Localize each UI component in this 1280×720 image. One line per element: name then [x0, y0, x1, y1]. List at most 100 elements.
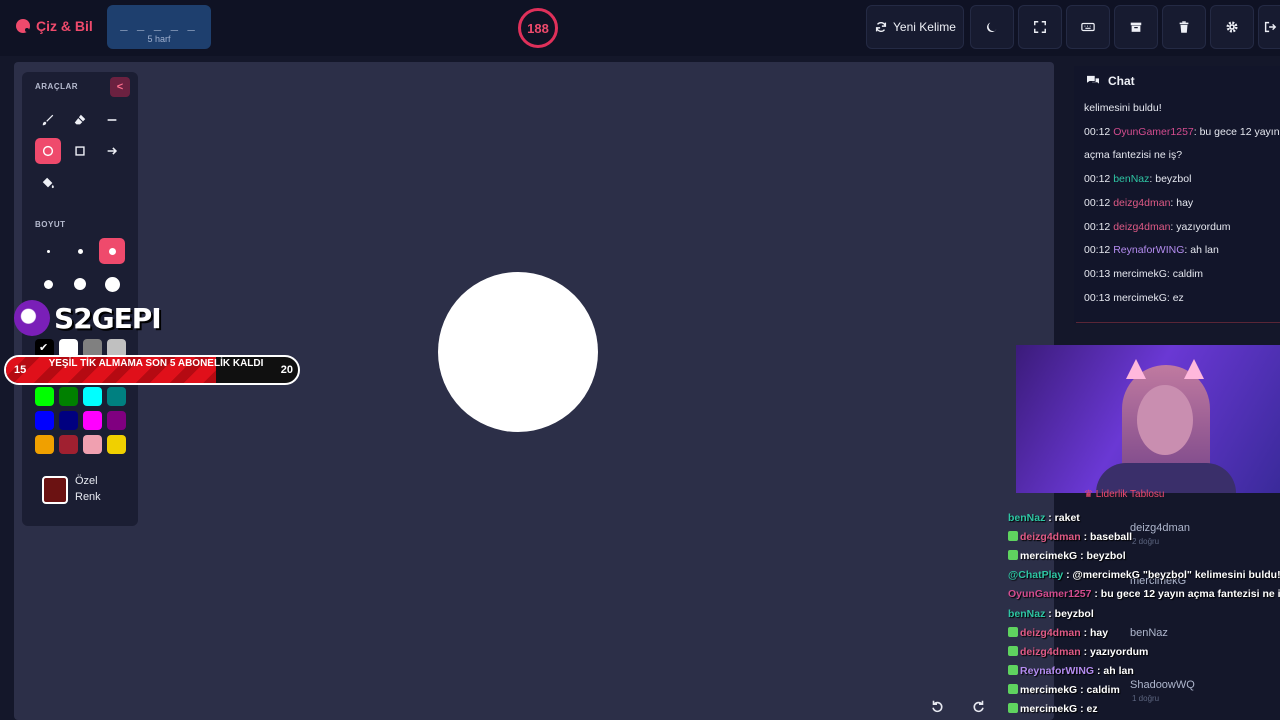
- fullscreen-button[interactable]: [1018, 5, 1062, 49]
- color-swatch[interactable]: [107, 387, 126, 406]
- color-swatch[interactable]: [107, 435, 126, 454]
- size-option-1[interactable]: [35, 238, 61, 264]
- overlay-chat-username: benNaz: [1008, 512, 1046, 524]
- brand-text: S2GEPI: [54, 301, 162, 335]
- chat-username: mercimekG: [1113, 267, 1167, 280]
- custom-color-swatch[interactable]: [42, 476, 68, 504]
- overlay-chat-text: : raket: [1045, 512, 1080, 524]
- overlay-chat-line: @ChatPlay : @mercimekG "beyzbol" kelimes…: [1008, 567, 1280, 583]
- trash-icon: [1179, 21, 1189, 33]
- chat-text: : ez: [1166, 291, 1184, 304]
- size-dot: [108, 247, 116, 255]
- sub-badge-icon: [1008, 531, 1018, 542]
- color-swatch[interactable]: [83, 411, 102, 430]
- chat-text: kelimesini buldu!: [1084, 102, 1162, 114]
- clear-canvas-button[interactable]: [1162, 5, 1206, 49]
- color-swatch[interactable]: [59, 411, 78, 430]
- cat-ear-right: [1184, 359, 1204, 379]
- color-swatch[interactable]: [35, 411, 54, 430]
- overlay-chat-text: : @mercimekG "beyzbol" kelimesini buldu!: [1063, 569, 1280, 582]
- overlay-chat-username: mercimekG: [1020, 703, 1078, 715]
- moon-icon: [987, 22, 997, 32]
- color-swatch[interactable]: [83, 387, 102, 406]
- crown-icon: ♛: [1084, 489, 1093, 500]
- new-word-button[interactable]: Yeni Kelime: [866, 5, 964, 49]
- paint-bucket-icon: [42, 177, 54, 189]
- overlay-chat-line: mercimekG : ez: [1008, 701, 1098, 717]
- brush-icon: [42, 114, 54, 126]
- chat-text: : bu gece 12 yayın: [1193, 125, 1280, 138]
- chat-username: ReynaforWING: [1113, 244, 1185, 257]
- color-swatch[interactable]: [59, 387, 78, 406]
- overlay-chat-username: mercimekG: [1020, 550, 1078, 563]
- chat-username: benNaz: [1113, 173, 1150, 186]
- size-option-5[interactable]: [67, 271, 93, 297]
- app-logo[interactable]: Çiz & Bil: [16, 18, 93, 34]
- line-tool[interactable]: [99, 107, 125, 133]
- collapse-tools-button[interactable]: <: [110, 77, 130, 97]
- chat-time: 00:13: [1084, 267, 1114, 280]
- sub-badge-icon: [1008, 645, 1018, 656]
- overlay-chat-text: : caldim: [1077, 683, 1120, 696]
- chat-text: : caldim: [1166, 267, 1204, 280]
- overlay-chat-line: benNaz : beyzbol: [1008, 606, 1094, 622]
- size-option-6[interactable]: [99, 271, 125, 297]
- overlay-chat-line: deizg4dman : yazıyordum: [1008, 644, 1148, 660]
- circle-icon: [42, 145, 54, 157]
- chat-time: 00:12: [1084, 196, 1114, 209]
- sub-badge-icon: [1008, 703, 1018, 713]
- line-icon: [107, 119, 117, 121]
- webcam-feed: [1016, 345, 1280, 493]
- color-swatch[interactable]: [35, 435, 54, 454]
- size-dot: [43, 279, 53, 289]
- arrow-tool[interactable]: [99, 138, 125, 164]
- color-swatch[interactable]: [107, 411, 126, 430]
- eraser-tool[interactable]: [67, 107, 93, 133]
- leaderboard-name: deizg4dman: [1130, 522, 1190, 534]
- color-swatch[interactable]: [83, 435, 102, 454]
- overlay-chat-username: deizg4dman: [1020, 531, 1081, 544]
- overlay-chat-line: deizg4dman : baseball: [1008, 529, 1132, 545]
- goal-start: 15: [14, 364, 27, 376]
- circle-tool[interactable]: [35, 138, 61, 164]
- expand-icon: [1034, 21, 1046, 33]
- chat-message: 00:13 mercimekG: caldim: [1084, 266, 1280, 282]
- overlay-chat-line: OyunGamer1257 : bu gece 12 yayın açma fa…: [1008, 586, 1280, 602]
- app-title: Çiz & Bil: [36, 18, 93, 34]
- brush-tool[interactable]: [35, 107, 61, 133]
- redo-button[interactable]: [968, 695, 990, 717]
- overlay-chat-username: deizg4dman: [1020, 645, 1081, 658]
- archive-button[interactable]: [1114, 5, 1158, 49]
- chat-message: 00:13 mercimekG: ez: [1084, 290, 1280, 306]
- chat-message: 00:12 deizg4dman: yazıyordum: [1084, 219, 1280, 235]
- arrow-right-icon: [107, 147, 118, 155]
- color-swatch[interactable]: [35, 387, 54, 406]
- chat-text: : hay: [1170, 196, 1194, 209]
- chat-message: 00:12 deizg4dman: hay: [1084, 195, 1280, 211]
- redo-icon: [973, 700, 984, 713]
- keyboard-button[interactable]: [1066, 5, 1110, 49]
- undo-button[interactable]: [926, 695, 948, 717]
- leaderboard-name: ShadoowWQ: [1130, 679, 1195, 691]
- sub-badge-icon: [1008, 683, 1018, 694]
- leaderboard-score: 2 doğru: [1132, 537, 1160, 546]
- size-option-3[interactable]: [99, 238, 125, 264]
- chat-time: 00:12: [1084, 220, 1114, 233]
- color-swatch[interactable]: [59, 435, 78, 454]
- overlay-chat-text: : ez: [1077, 703, 1098, 715]
- overlay-chat-text: : beyzbol: [1045, 607, 1094, 620]
- exit-button[interactable]: [1258, 5, 1280, 49]
- top-bar: Çiz & Bil _ _ _ _ _ 5 harf 188 Yeni Keli…: [0, 0, 1280, 56]
- overlay-chat-username: deizg4dman: [1020, 626, 1081, 639]
- rectangle-tool[interactable]: [67, 138, 93, 164]
- fill-tool[interactable]: [35, 170, 61, 196]
- overlay-chat-text: : ah lan: [1094, 664, 1134, 677]
- size-option-2[interactable]: [67, 238, 93, 264]
- keyboard-icon: [1081, 22, 1095, 32]
- overlay-chat-username: OyunGamer1257: [1008, 588, 1092, 601]
- size-option-4[interactable]: [35, 271, 61, 297]
- theme-toggle-button[interactable]: [970, 5, 1014, 49]
- settings-button[interactable]: [1210, 5, 1254, 49]
- streamer-brand-logo: S2GEPI: [14, 296, 162, 340]
- word-length: 5 harf: [147, 34, 171, 44]
